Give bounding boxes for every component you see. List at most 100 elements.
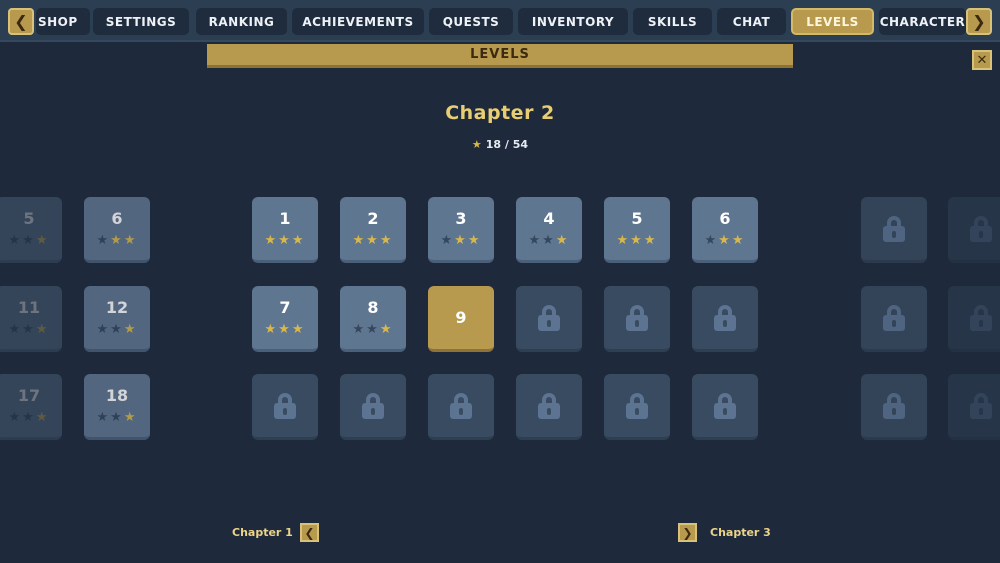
- star-icon: ★: [35, 233, 50, 248]
- prev-chapter-level-card[interactable]: 5 ★★★: [0, 197, 62, 263]
- star-icon: ★: [35, 322, 50, 337]
- star-icon: ★: [718, 233, 732, 248]
- star-icon: ★: [471, 138, 482, 151]
- tab-chat[interactable]: CHAT: [717, 8, 786, 35]
- star-icon: ★: [8, 233, 23, 248]
- level-stars: ★★★: [9, 233, 50, 248]
- level-number: 18: [105, 386, 129, 405]
- level-number: 11: [17, 298, 41, 317]
- tab-character[interactable]: CHARACTER: [879, 8, 966, 35]
- star-icon: ★: [278, 322, 292, 337]
- star-icon: ★: [22, 233, 36, 248]
- current-level-card[interactable]: 9: [428, 286, 494, 352]
- next-chapter-level-card: [861, 286, 927, 352]
- star-icon: ★: [96, 322, 111, 337]
- prev-chapter-level-card[interactable]: 12 ★★★: [84, 286, 150, 352]
- lock-icon: [538, 392, 560, 419]
- level-stars: ★★★: [353, 233, 394, 248]
- level-stars: ★★★: [265, 233, 306, 248]
- tabs-scroll-left-button[interactable]: ❮: [8, 8, 34, 35]
- chapter-star-progress: ★ 18 / 54: [0, 138, 1000, 151]
- star-icon: ★: [731, 233, 746, 248]
- panel-title-banner: LEVELS: [207, 44, 793, 68]
- next-chapter-button[interactable]: ❯: [678, 523, 697, 542]
- chevron-right-icon: ❯: [682, 525, 693, 540]
- tab-skills[interactable]: SKILLS: [633, 8, 712, 35]
- star-icon: ★: [643, 233, 658, 248]
- prev-chapter-level-card[interactable]: 17 ★★★: [0, 374, 62, 440]
- star-icon: ★: [454, 233, 468, 248]
- star-icon: ★: [542, 233, 556, 248]
- level-number: 2: [367, 209, 379, 228]
- level-number: 6: [111, 209, 123, 228]
- level-stars: ★★★: [441, 233, 482, 248]
- tab-quests[interactable]: QUESTS: [429, 8, 513, 35]
- level-number: 5: [23, 209, 35, 228]
- lock-icon: [714, 304, 736, 331]
- tab-achievements[interactable]: ACHIEVEMENTS: [292, 8, 424, 35]
- tab-levels[interactable]: LEVELS: [791, 8, 874, 35]
- star-icon: ★: [704, 233, 719, 248]
- star-icon: ★: [123, 410, 138, 425]
- level-number: 3: [455, 209, 467, 228]
- panel-title: LEVELS: [470, 47, 530, 62]
- level-card[interactable]: 8 ★★★: [340, 286, 406, 352]
- locked-level-card: [516, 374, 582, 440]
- chapter-title: Chapter 2: [445, 102, 555, 124]
- prev-chapter-level-card[interactable]: 11 ★★★: [0, 286, 62, 352]
- tab-shop[interactable]: SHOP: [36, 8, 90, 35]
- star-icon: ★: [366, 322, 380, 337]
- locked-level-card: [252, 374, 318, 440]
- level-card[interactable]: 3 ★★★: [428, 197, 494, 263]
- prev-chapter-label[interactable]: Chapter 1: [232, 526, 293, 539]
- level-card[interactable]: 7 ★★★: [252, 286, 318, 352]
- level-stars: ★★★: [529, 233, 570, 248]
- tab-ranking[interactable]: RANKING: [196, 8, 287, 35]
- star-icon: ★: [379, 233, 394, 248]
- level-stars: ★★★: [265, 322, 306, 337]
- prev-chapter-level-card[interactable]: 18 ★★★: [84, 374, 150, 440]
- prev-chapter-level-card[interactable]: 6 ★★★: [84, 197, 150, 263]
- close-icon: ✕: [976, 52, 988, 68]
- star-icon: ★: [123, 233, 138, 248]
- chevron-left-icon: ❮: [304, 525, 315, 540]
- star-icon: ★: [352, 322, 367, 337]
- level-number: 6: [719, 209, 731, 228]
- lock-icon: [450, 392, 472, 419]
- tabs-scroll-right-button[interactable]: ❯: [966, 8, 992, 35]
- level-stars: ★★★: [97, 233, 138, 248]
- star-icon: ★: [110, 410, 124, 425]
- lock-icon: [970, 304, 992, 331]
- level-number: 4: [543, 209, 555, 228]
- level-card[interactable]: 1 ★★★: [252, 197, 318, 263]
- level-card[interactable]: 4 ★★★: [516, 197, 582, 263]
- next-chapter-label[interactable]: Chapter 3: [710, 526, 771, 539]
- lock-icon: [362, 392, 384, 419]
- level-number: 5: [631, 209, 643, 228]
- level-card[interactable]: 6 ★★★: [692, 197, 758, 263]
- chevron-right-icon: ❯: [972, 12, 986, 31]
- star-icon: ★: [22, 410, 36, 425]
- level-number: 12: [105, 298, 129, 317]
- lock-icon: [970, 215, 992, 242]
- star-icon: ★: [467, 233, 482, 248]
- tab-bar: ❮ SHOP SETTINGS RANKING ACHIEVEMENTS QUESTS IN…: [0, 0, 1000, 42]
- tab-settings[interactable]: SETTINGS: [93, 8, 189, 35]
- star-icon: ★: [96, 233, 111, 248]
- lock-icon: [626, 392, 648, 419]
- level-card[interactable]: 5 ★★★: [604, 197, 670, 263]
- next-chapter-level-card: [861, 197, 927, 263]
- level-card[interactable]: 2 ★★★: [340, 197, 406, 263]
- next-chapter-level-card: [948, 197, 1000, 263]
- level-number: 8: [367, 298, 379, 317]
- tab-inventory[interactable]: INVENTORY: [518, 8, 628, 35]
- level-stars: ★★★: [97, 410, 138, 425]
- prev-chapter-button[interactable]: ❮: [300, 523, 319, 542]
- star-icon: ★: [264, 322, 279, 337]
- lock-icon: [883, 215, 905, 242]
- star-icon: ★: [22, 322, 36, 337]
- star-icon: ★: [110, 233, 124, 248]
- level-stars: ★★★: [705, 233, 746, 248]
- close-button[interactable]: ✕: [972, 50, 992, 70]
- level-stars: ★★★: [353, 322, 394, 337]
